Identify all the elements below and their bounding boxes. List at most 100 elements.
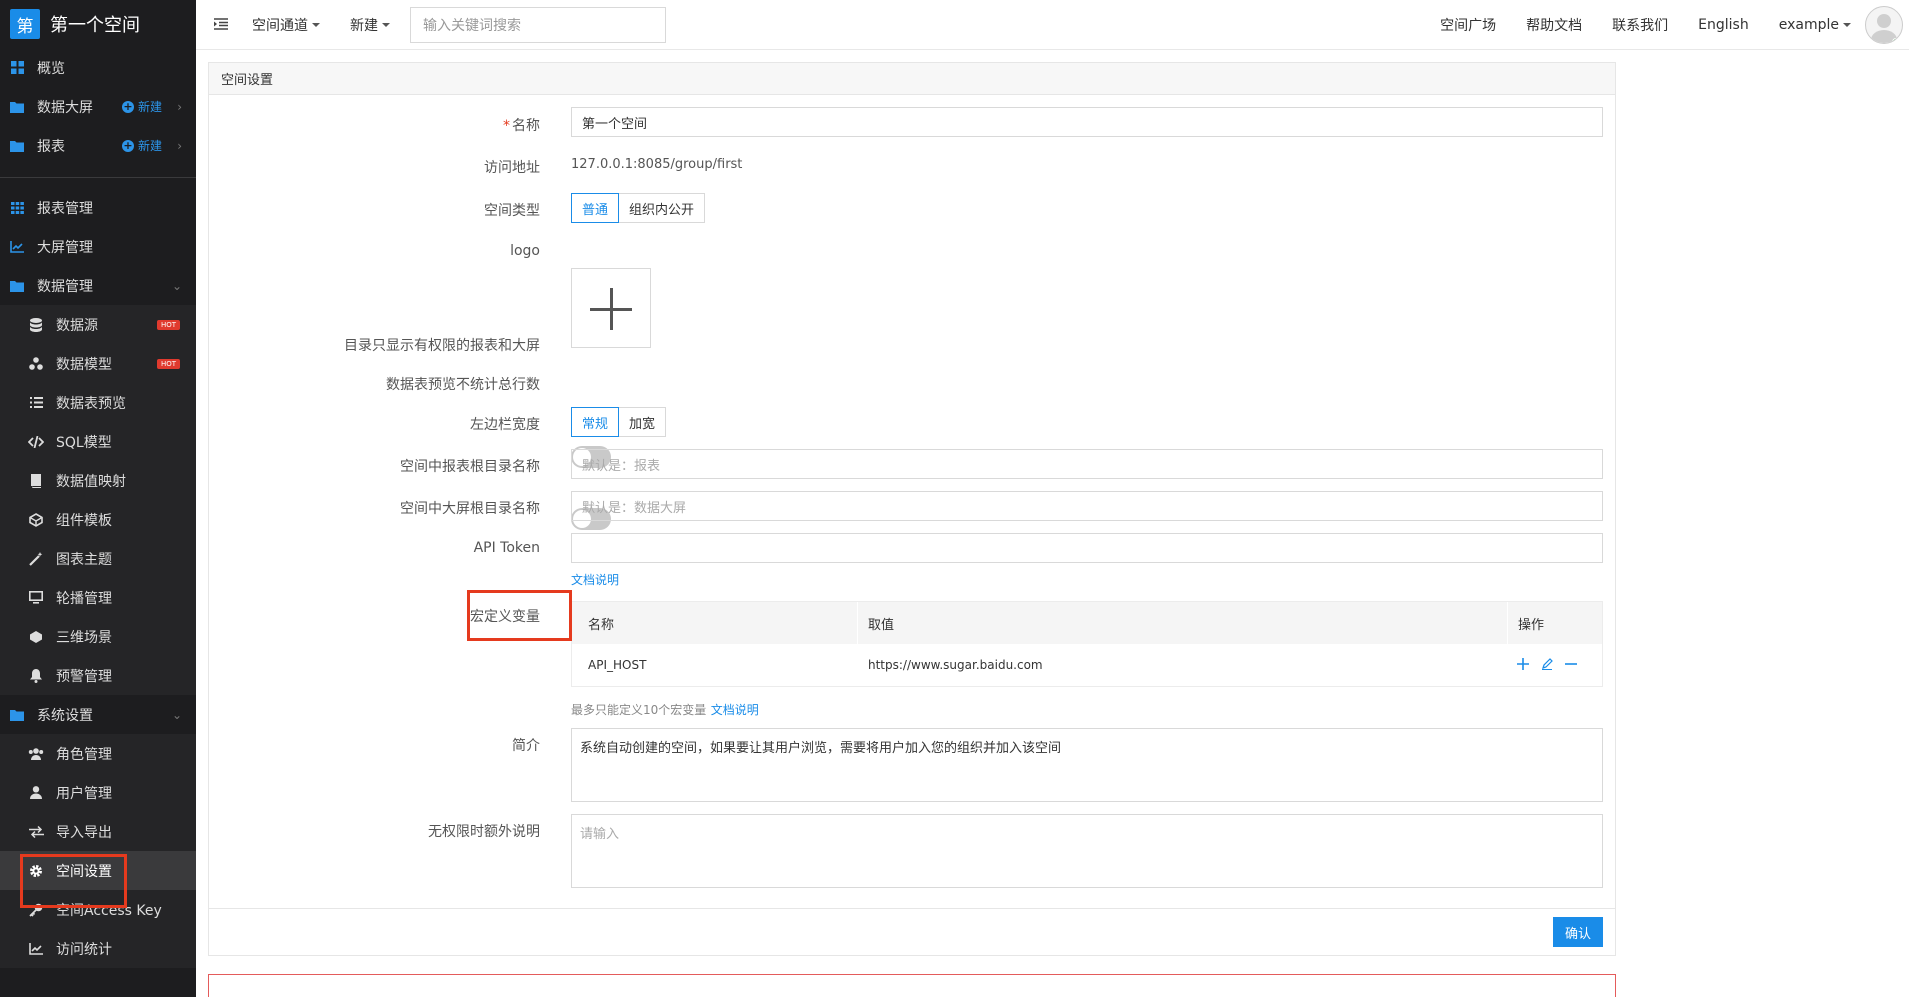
space-channel-label: 空间通道: [252, 17, 308, 34]
sidebar-item-report[interactable]: 报表 + 新建 ›: [0, 126, 196, 165]
folder-icon: [9, 278, 25, 294]
chevron-down-icon[interactable]: ⌄: [172, 279, 182, 293]
sidebar-item-role-manage[interactable]: 角色管理: [0, 734, 196, 773]
permission-only-label: 目录只显示有权限的报表和大屏: [344, 338, 540, 354]
extra-desc-textarea[interactable]: 请输入: [571, 814, 1603, 888]
sidebar-item-component-template[interactable]: 组件模板: [0, 500, 196, 539]
new-report-button[interactable]: + 新建: [121, 137, 162, 154]
list-icon: [28, 395, 44, 411]
chevron-right-icon[interactable]: ›: [177, 139, 182, 153]
sidebar-width-label: 左边栏宽度: [470, 417, 540, 433]
help-docs-link[interactable]: 帮助文档: [1526, 15, 1582, 35]
space-channel-dropdown[interactable]: 空间通道: [252, 15, 320, 35]
sidebar-item-access-stats[interactable]: 访问统计: [0, 929, 196, 968]
remove-icon[interactable]: [1565, 656, 1577, 674]
new-dropdown[interactable]: 新建: [350, 15, 390, 35]
user-icon: [28, 785, 44, 801]
report-root-input[interactable]: 默认是：报表: [571, 449, 1603, 479]
brand-logo: 第: [10, 9, 40, 39]
api-token-input[interactable]: [571, 533, 1603, 563]
chart-line-icon: [9, 239, 25, 255]
avatar[interactable]: [1865, 6, 1903, 44]
sidebar-item-report-manage[interactable]: 报表管理: [0, 188, 196, 227]
sidebar-item-label: 图表主题: [56, 551, 112, 568]
space-type-normal[interactable]: 普通: [571, 193, 620, 223]
sidebar-item-label: SQL模型: [56, 434, 112, 451]
space-type-label: 空间类型: [484, 203, 540, 219]
space-square-link[interactable]: 空间广场: [1440, 15, 1496, 35]
topbar-right: 空间广场 帮助文档 联系我们 English example: [1410, 0, 1909, 50]
sidebar-item-datasource[interactable]: 数据源 HOT: [0, 305, 196, 344]
sidebar-item-label: 概览: [37, 60, 65, 77]
sidebar-item-table-preview[interactable]: 数据表预览: [0, 383, 196, 422]
menu-collapse-icon[interactable]: [214, 15, 234, 34]
caret-down-icon: [312, 22, 320, 27]
intro-textarea[interactable]: 系统自动创建的空间，如果要让其用户浏览，需要将用户加入您的组织并加入该空间: [571, 728, 1603, 802]
sidebar-item-alert[interactable]: 预警管理: [0, 656, 196, 695]
panel-footer: 确认: [209, 908, 1615, 956]
space-type-org-public[interactable]: 组织内公开: [619, 193, 706, 223]
sidebar-item-label: 三维场景: [56, 629, 112, 646]
sidebar-item-label: 数据表预览: [56, 395, 126, 412]
table-row: API_HOST https://www.sugar.baidu.com: [572, 644, 1602, 686]
brand[interactable]: 第 第一个空间: [0, 0, 196, 48]
sidebar-item-screen-manage[interactable]: 大屏管理: [0, 227, 196, 266]
sidebar-width-normal[interactable]: 常规: [571, 407, 620, 437]
sidebar-item-datascreen[interactable]: 数据大屏 + 新建 ›: [0, 87, 196, 126]
sidebar-item-3d-scene[interactable]: 三维场景: [0, 617, 196, 656]
sidebar-item-datamodel[interactable]: 数据模型 HOT: [0, 344, 196, 383]
sidebar-item-label: 访问统计: [56, 941, 112, 958]
macro-table-header: 名称 取值 操作: [572, 602, 1602, 644]
name-field[interactable]: 第一个空间: [571, 107, 1603, 137]
screen-root-input[interactable]: 默认是：数据大屏: [571, 491, 1603, 521]
sidebar-width-wide[interactable]: 加宽: [619, 407, 667, 437]
add-icon[interactable]: [1517, 656, 1529, 674]
user-dropdown[interactable]: example: [1779, 17, 1851, 33]
hot-badge: HOT: [156, 319, 180, 330]
sidebar-item-data-manage[interactable]: 数据管理 ⌄: [0, 266, 196, 305]
macro-hint: 最多只能定义10个宏变量 文档说明: [571, 701, 759, 718]
logo-upload-plus-icon[interactable]: [571, 268, 651, 348]
intro-label: 简介: [512, 738, 540, 754]
sidebar-item-carousel[interactable]: 轮播管理: [0, 578, 196, 617]
sidebar-item-label: 角色管理: [56, 746, 112, 763]
api-token-label: API Token: [473, 540, 540, 556]
header-value: 取值: [857, 602, 1507, 644]
search-input[interactable]: 输入关键词搜索: [410, 6, 666, 43]
api-token-doc-link[interactable]: 文档说明: [571, 571, 619, 588]
sidebar-item-import-export[interactable]: 导入导出: [0, 812, 196, 851]
name-label-text: 名称: [512, 118, 540, 134]
folder-icon: [9, 138, 25, 154]
plus-icon: +: [121, 99, 134, 113]
code-icon: [28, 434, 44, 450]
sidebar: 第 第一个空间 概览 数据大屏 + 新建 › 报表 + 新建 › 报表管理 大屏管: [0, 0, 196, 997]
address-value: 127.0.0.1:8085/group/first: [571, 157, 743, 172]
folder-icon: [9, 707, 25, 723]
sidebar-item-user-manage[interactable]: 用户管理: [0, 773, 196, 812]
sidebar-divider: [0, 177, 196, 178]
sidebar-item-system-settings[interactable]: 系统设置 ⌄: [0, 695, 196, 734]
bottom-notice-box: [208, 974, 1616, 997]
sidebar-item-value-mapping[interactable]: 数据值映射: [0, 461, 196, 500]
caret-down-icon: [1843, 23, 1851, 27]
contact-us-link[interactable]: 联系我们: [1612, 15, 1668, 35]
box-icon: [28, 629, 44, 645]
macro-doc-link[interactable]: 文档说明: [711, 703, 759, 717]
required-mark: *: [503, 118, 510, 134]
name-label: * 名称: [503, 115, 540, 135]
topbar: 空间通道 新建 输入关键词搜索 空间广场 帮助文档 联系我们 English e…: [196, 0, 1909, 50]
sidebar-item-label: 系统设置: [37, 707, 93, 724]
plus-icon: +: [121, 138, 134, 152]
sidebar-item-overview[interactable]: 概览: [0, 48, 196, 87]
sidebar-item-chart-theme[interactable]: 图表主题: [0, 539, 196, 578]
macro-actions-cell: [1507, 656, 1602, 674]
chevron-right-icon[interactable]: ›: [177, 100, 182, 114]
confirm-button[interactable]: 确认: [1552, 917, 1603, 947]
sidebar-item-label: 数据管理: [37, 278, 93, 295]
chevron-down-icon[interactable]: ⌄: [172, 708, 182, 722]
english-link[interactable]: English: [1698, 17, 1749, 33]
sidebar-item-sql-model[interactable]: SQL模型: [0, 422, 196, 461]
new-datascreen-button[interactable]: + 新建: [121, 98, 162, 115]
users-icon: [28, 746, 44, 762]
edit-icon[interactable]: [1541, 656, 1553, 674]
